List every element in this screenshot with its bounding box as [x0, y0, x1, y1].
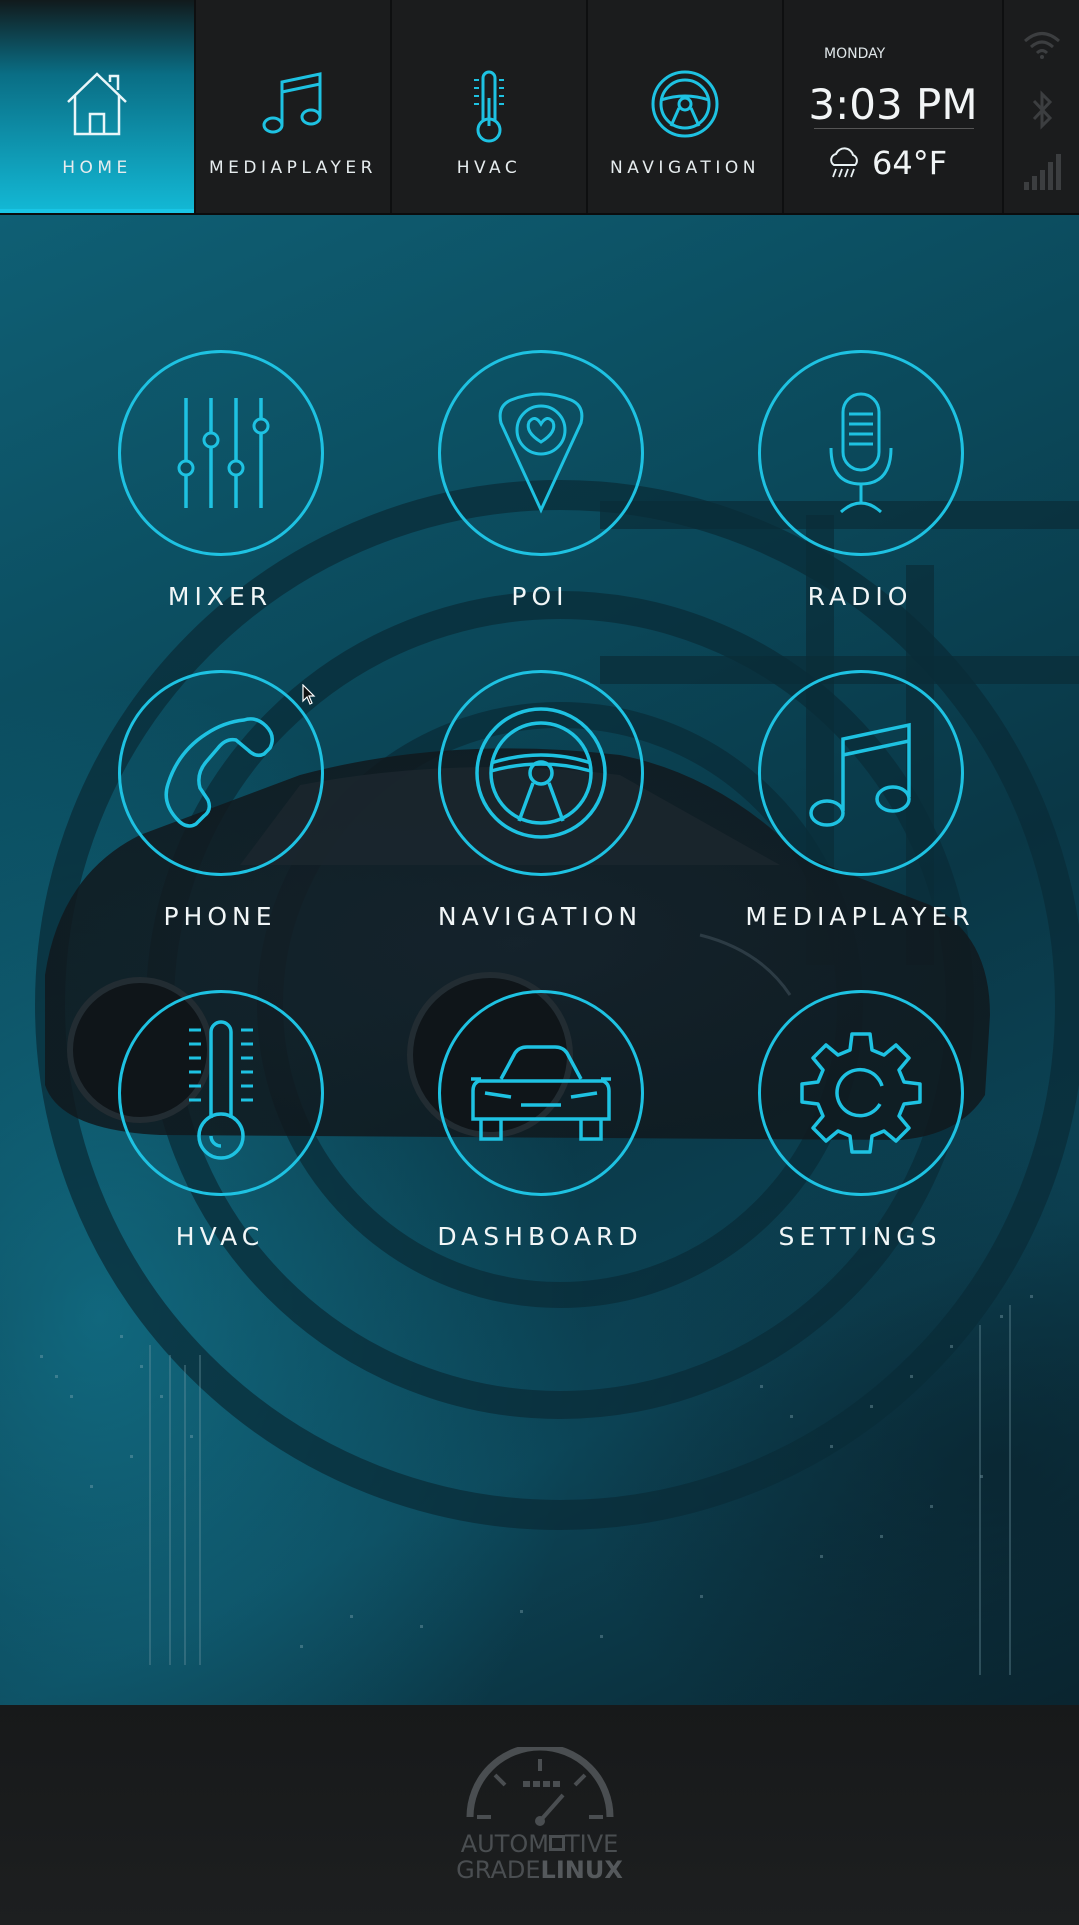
- mouse-cursor-icon: [302, 684, 316, 705]
- car-front-icon: [471, 1045, 611, 1141]
- app-poi-ring: [438, 350, 644, 556]
- tab-hvac-label: HVAC: [456, 158, 522, 178]
- tab-home[interactable]: HOME: [0, 0, 196, 213]
- agl-wordmark-part: TIVE: [564, 1830, 619, 1858]
- app-mixer-label: MIXER: [167, 582, 273, 611]
- agl-gauge-logo: [466, 1747, 614, 1826]
- app-hvac-ring: [118, 990, 324, 1196]
- gear-icon: [800, 1032, 922, 1154]
- clock-time: 3:03 PM: [808, 80, 978, 129]
- tab-mediaplayer-label: MEDIAPLAYER: [208, 158, 377, 178]
- thermometer-icon: [474, 70, 504, 143]
- app-mixer[interactable]: MIXER: [60, 350, 380, 650]
- clock-panel: MONDAY 3:03 PM 64°F: [784, 0, 1004, 213]
- app-hvac[interactable]: HVAC: [60, 990, 380, 1290]
- app-hvac-label: HVAC: [175, 1222, 265, 1251]
- agl-wordmark-part: AUTOM: [460, 1830, 549, 1858]
- microphone-icon: [829, 392, 893, 514]
- agl-wordmark-bold: LINUX: [540, 1856, 623, 1884]
- steering-wheel-icon: [475, 707, 607, 839]
- agl-square-o: [548, 1835, 565, 1851]
- clock-divider: [814, 128, 974, 129]
- tab-navigation-label: NAVIGATION: [610, 158, 760, 178]
- app-settings-label: SETTINGS: [778, 1222, 942, 1251]
- app-radio[interactable]: RADIO: [700, 350, 1020, 650]
- tab-home-label: HOME: [62, 158, 132, 178]
- top-bar: HOME MEDIAPLAYER HVAC NAVIGATION MONDAY …: [0, 0, 1079, 215]
- status-icons: [1004, 0, 1079, 213]
- phone-handset-icon: [164, 717, 274, 828]
- app-navigation[interactable]: NAVIGATION: [380, 670, 700, 970]
- app-phone-ring: [118, 670, 324, 876]
- cellular-signal-icon: [1023, 154, 1061, 190]
- app-phone-label: PHONE: [163, 902, 277, 931]
- app-poi-label: POI: [511, 582, 569, 611]
- tab-hvac[interactable]: HVAC: [392, 0, 588, 213]
- app-dashboard-label: DASHBOARD: [437, 1222, 643, 1251]
- app-mediaplayer-ring: [758, 670, 964, 876]
- app-poi[interactable]: POI: [380, 350, 700, 650]
- wifi-icon: [1023, 32, 1060, 59]
- mixer-sliders-icon: [177, 398, 270, 508]
- agl-wordmark-line1: AUTOM TIVE: [0, 1831, 1079, 1857]
- rain-cloud-icon: [830, 147, 858, 178]
- temperature: 64°F: [872, 144, 948, 182]
- app-settings[interactable]: SETTINGS: [700, 990, 1020, 1290]
- app-mixer-ring: [118, 350, 324, 556]
- app-dashboard[interactable]: DASHBOARD: [380, 990, 700, 1290]
- bluetooth-icon: [1032, 90, 1052, 130]
- agl-wordmark-part: GRADE: [456, 1856, 541, 1884]
- tab-mediaplayer[interactable]: MEDIAPLAYER: [196, 0, 392, 213]
- app-radio-ring: [758, 350, 964, 556]
- app-phone[interactable]: PHONE: [60, 670, 380, 970]
- app-navigation-label: NAVIGATION: [437, 902, 643, 931]
- app-mediaplayer-label: MEDIAPLAYER: [745, 902, 975, 931]
- map-pin-heart-icon: [498, 392, 584, 514]
- music-note-icon: [262, 72, 322, 134]
- app-dashboard-ring: [438, 990, 644, 1196]
- agl-wordmark-line2: GRADELINUX: [0, 1857, 1079, 1883]
- app-radio-label: RADIO: [807, 582, 913, 611]
- tab-navigation[interactable]: NAVIGATION: [588, 0, 784, 213]
- home-screen: MIXER POI RADIO PHONE NAVIGATION MEDIAPL…: [0, 215, 1079, 1705]
- day-of-week: MONDAY: [824, 46, 886, 62]
- music-note-icon: [809, 722, 911, 827]
- footer: AUTOM TIVE GRADELINUX: [0, 1705, 1079, 1925]
- home-icon: [67, 72, 127, 136]
- weather: 64°F: [826, 143, 947, 183]
- app-navigation-ring: [438, 670, 644, 876]
- app-settings-ring: [758, 990, 964, 1196]
- app-mediaplayer[interactable]: MEDIAPLAYER: [700, 670, 1020, 970]
- thermometer-icon: [189, 1020, 253, 1160]
- app-grid: MIXER POI RADIO PHONE NAVIGATION MEDIAPL…: [0, 215, 1079, 1705]
- steering-wheel-icon: [651, 70, 719, 138]
